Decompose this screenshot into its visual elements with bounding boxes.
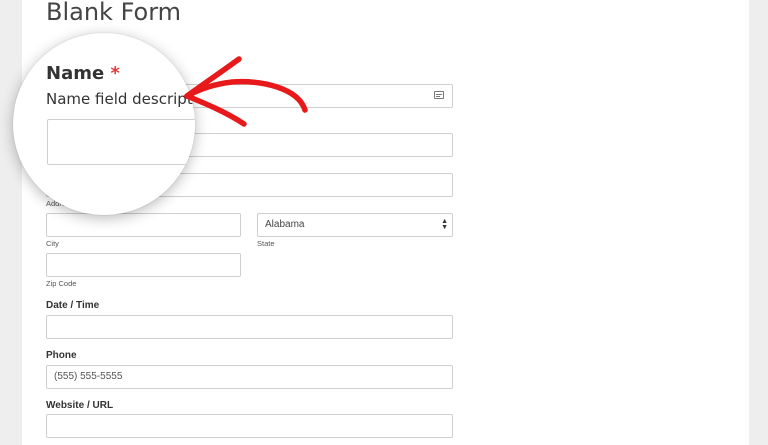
red-arrow-icon bbox=[184, 56, 308, 127]
arrow-head-upper bbox=[184, 56, 242, 99]
arrow-head-lower bbox=[184, 93, 247, 127]
